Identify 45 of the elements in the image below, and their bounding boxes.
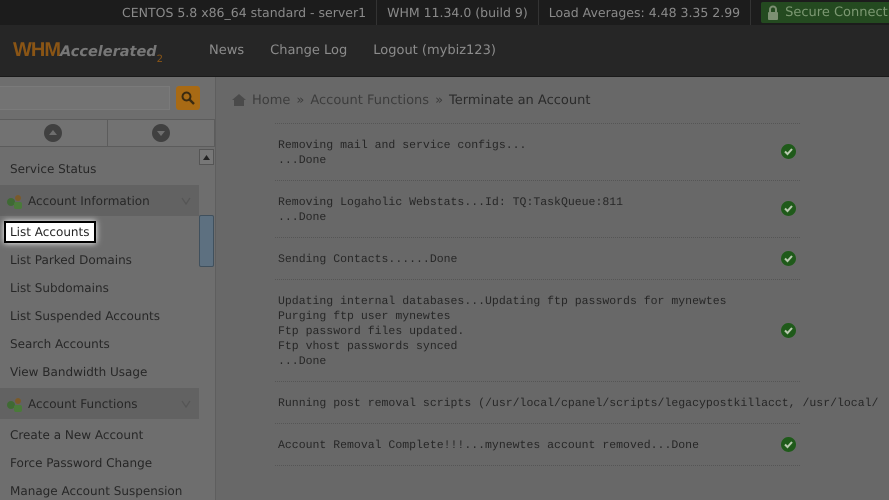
nav-link[interactable]: Change Log [270, 43, 348, 58]
log-message: Updating internal databases...Updating ftp passwords for mynewtes Purging ftp user mynewtes Ftp password files updated. Ftp vhost passwords synced ...Done [278, 294, 727, 369]
sidebar-link[interactable]: List Parked Domains [4, 249, 138, 271]
logo-version: 2 [156, 54, 164, 65]
lock-icon [767, 5, 780, 20]
check-icon [781, 436, 796, 452]
up-triangle-icon [203, 154, 210, 160]
breadcrumb-current: Terminate an Account [449, 92, 590, 108]
section-label: Account Information [28, 194, 151, 208]
breadcrumb-separator: » [296, 92, 304, 108]
sidebar-link[interactable]: Search Accounts [4, 333, 116, 355]
log-message: Running post removal scripts (/usr/local/cpanel/scripts/legacypostkillacct, /usr/local/ [278, 396, 878, 411]
check-icon [781, 250, 796, 266]
sidebar-link[interactable]: Force Password Change [4, 452, 158, 474]
nav-link[interactable]: News [209, 43, 244, 58]
log-message: Account Removal Complete!!!...mynewtes account removed...Done [278, 438, 699, 453]
sidebar-link[interactable]: List Subdomains [4, 277, 115, 299]
section-header[interactable]: Account Functions [0, 388, 199, 419]
sidebar-link[interactable]: Manage Account Suspension [4, 480, 188, 500]
scroll-up-button[interactable] [0, 120, 108, 146]
sidebar-link[interactable]: List Suspended Accounts [4, 305, 166, 327]
secure-connection-badge: Secure Connecti [761, 2, 889, 23]
search-icon [181, 91, 195, 105]
section-label: Account Functions [28, 396, 139, 410]
log-message: Removing Logaholic Webstats...Id: TQ:TaskQueue:811 ...Done [278, 195, 624, 225]
check-icon [781, 322, 796, 338]
home-icon [232, 94, 246, 106]
sidebar-link[interactable]: Service Status [4, 158, 102, 180]
users-icon [6, 396, 24, 412]
log-message: Sending Contacts......Done [278, 252, 458, 267]
breadcrumb-separator: » [435, 92, 444, 108]
check-icon [781, 201, 796, 216]
log-message: Removing mail and service configs... ...Done [278, 138, 526, 168]
logo-text: WHM [13, 39, 60, 62]
scroll-down-button[interactable] [108, 120, 215, 146]
search-button[interactable] [176, 86, 200, 110]
logo-text: Accelerated [60, 44, 157, 60]
sidebar-link[interactable]: List Accounts [4, 221, 96, 243]
section-header[interactable]: Account Information [0, 185, 199, 216]
users-icon [6, 192, 24, 208]
scroll-thumb[interactable] [199, 215, 214, 267]
nav-link[interactable]: Logout (mybiz123) [373, 43, 496, 58]
sidebar-link[interactable]: View Bandwidth Usage [4, 361, 154, 383]
check-icon [781, 144, 796, 159]
sidebar-link[interactable]: Create a New Account [4, 424, 150, 446]
